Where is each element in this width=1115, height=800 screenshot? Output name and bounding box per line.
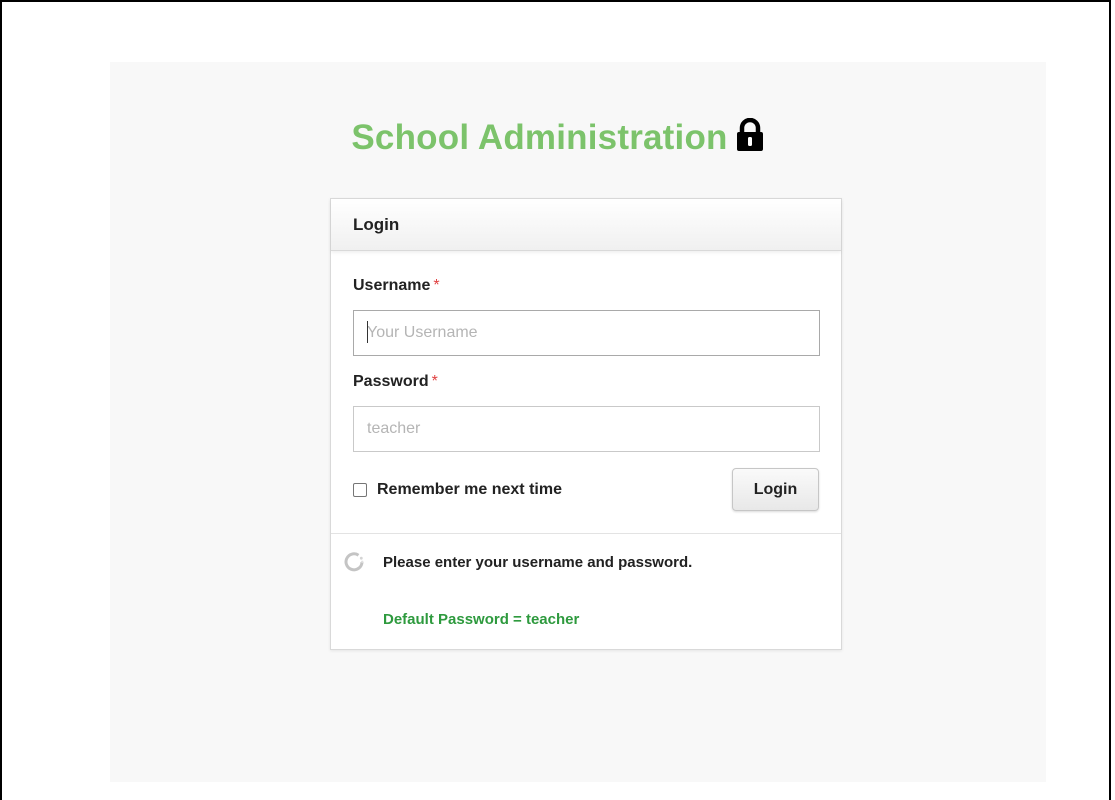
remember-me-row[interactable]: Remember me next time (353, 479, 562, 501)
username-input[interactable] (353, 310, 820, 356)
spinner-icon (343, 551, 365, 573)
username-label: Username * (353, 277, 440, 295)
password-label: Password * (353, 373, 438, 391)
password-required-mark: * (431, 373, 438, 390)
remember-me-label[interactable]: Remember me next time (377, 481, 562, 499)
status-row: Please enter your username and password. (343, 551, 692, 573)
remember-me-checkbox[interactable] (353, 483, 367, 497)
username-label-text: Username (353, 277, 431, 294)
card-divider (331, 533, 841, 534)
login-card: Login Username* Password* Remember me ne… (330, 198, 842, 650)
lock-icon (736, 117, 764, 165)
page-title: School Administration (0, 114, 1115, 165)
password-label-text: Password (353, 373, 429, 390)
status-message: Please enter your username and password. (383, 553, 693, 571)
default-password-note: Default Password = teacher (383, 611, 580, 628)
login-card-title: Login (353, 215, 400, 234)
password-input[interactable] (353, 406, 820, 452)
page-title-text: School Administration (351, 118, 728, 157)
login-button[interactable]: Login (732, 468, 819, 511)
username-required-mark: * (433, 277, 440, 294)
login-card-header: Login (331, 199, 841, 251)
text-caret (367, 321, 368, 343)
